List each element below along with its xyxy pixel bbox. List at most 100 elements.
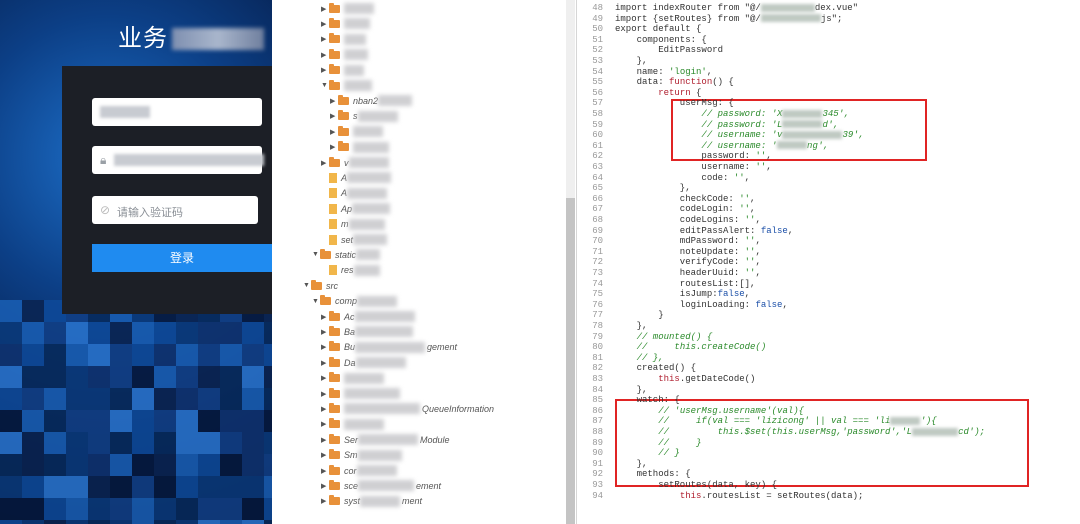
tree-item[interactable]: ▶: [321, 16, 372, 31]
blurred-name: [344, 18, 370, 30]
tree-item[interactable]: Ap: [321, 201, 392, 216]
caret-down-icon[interactable]: ▼: [303, 282, 311, 289]
tree-item-label: Bu: [344, 342, 356, 353]
tree-item[interactable]: ▼: [321, 78, 374, 93]
tree-item[interactable]: ▼ src: [303, 278, 338, 293]
folder-icon: [329, 372, 340, 383]
blurred-name: [357, 449, 402, 461]
caret-right-icon[interactable]: ▶: [321, 467, 329, 475]
caret-right-icon[interactable]: ▶: [321, 51, 329, 59]
tree-item[interactable]: ▶ nban2: [330, 93, 414, 108]
background-pixel: [44, 322, 66, 344]
tree-item[interactable]: ▶: [321, 1, 376, 16]
caret-right-icon[interactable]: ▶: [321, 374, 329, 382]
caret-right-icon[interactable]: ▶: [330, 128, 338, 136]
caret-right-icon[interactable]: ▶: [321, 497, 329, 505]
background-pixel: [132, 520, 154, 524]
login-title: 业务: [118, 18, 264, 53]
login-button-label: 登录: [169, 251, 194, 265]
blurred-name: [348, 218, 385, 230]
caret-down-icon[interactable]: ▼: [321, 82, 329, 89]
caret-down-icon[interactable]: ▼: [312, 298, 320, 305]
tree-item[interactable]: ▶: [321, 32, 368, 47]
caret-right-icon[interactable]: ▶: [321, 482, 329, 490]
caret-right-icon[interactable]: ▶: [321, 359, 329, 367]
tree-item[interactable]: ▶ syst ment: [321, 494, 422, 509]
tree-item[interactable]: ▶ sce ement: [321, 478, 441, 493]
caret-right-icon[interactable]: ▶: [321, 35, 329, 43]
tree-item[interactable]: ▶ QueueInformation: [321, 401, 494, 416]
tree-item[interactable]: A: [321, 186, 389, 201]
background-pixel: [242, 432, 264, 454]
tree-item[interactable]: ▼ comp: [312, 294, 399, 309]
caret-right-icon[interactable]: ▶: [321, 451, 329, 459]
background-pixel: [220, 388, 242, 410]
username-input[interactable]: [92, 98, 262, 126]
caret-right-icon[interactable]: ▶: [321, 5, 329, 13]
background-pixel: [132, 476, 154, 498]
caret-right-icon[interactable]: ▶: [321, 313, 329, 321]
caret-down-icon[interactable]: ▼: [312, 251, 320, 258]
background-pixel: [110, 344, 132, 366]
tree-item[interactable]: ▶: [321, 47, 370, 62]
tree-item[interactable]: ▶: [321, 371, 386, 386]
tree-item[interactable]: ▶: [321, 386, 402, 401]
background-pixel: [0, 410, 22, 432]
line-number: 58: [592, 109, 603, 119]
password-input[interactable]: 🔒︎: [92, 146, 264, 174]
tree-item[interactable]: ▶: [330, 140, 391, 155]
caret-right-icon[interactable]: ▶: [321, 405, 329, 413]
background-pixel: [198, 344, 220, 366]
code-text: // username: ' ng',: [701, 140, 829, 151]
tree-item[interactable]: res: [321, 263, 382, 278]
blurred-name: [356, 465, 397, 476]
blurred-name: [344, 403, 420, 415]
caret-right-icon[interactable]: ▶: [330, 97, 338, 105]
code-editor[interactable]: 48 import indexRouter from "@/dex.vue" 49 i…: [577, 0, 1080, 524]
caret-right-icon[interactable]: ▶: [321, 390, 329, 398]
background-pixel: [66, 454, 88, 476]
tree-item[interactable]: ▶: [321, 417, 386, 432]
line-number: 52: [592, 45, 603, 56]
line-number: 75: [592, 289, 603, 300]
tree-item[interactable]: set: [321, 232, 389, 247]
caret-right-icon[interactable]: ▶: [321, 436, 329, 444]
folder-icon: [329, 464, 340, 475]
tree-item[interactable]: ▶ s: [330, 109, 400, 124]
caret-right-icon[interactable]: ▶: [321, 343, 329, 351]
tree-item[interactable]: ▶ Da: [321, 355, 408, 370]
lock-icon: 🔒︎: [100, 153, 107, 167]
tree-item[interactable]: ▶: [330, 124, 385, 139]
captcha-input[interactable]: ⊘ 请输入验证码: [92, 196, 258, 224]
tree-item[interactable]: ▶ v: [321, 155, 391, 170]
background-pixel: [44, 454, 66, 476]
login-button[interactable]: 登录: [92, 244, 272, 272]
tree-item[interactable]: ▶ cor: [321, 463, 399, 478]
tree-item[interactable]: ▶ Sm: [321, 448, 404, 463]
blurred-secret: [912, 427, 959, 436]
tree-item[interactable]: ▶ Bu gement: [321, 340, 457, 355]
blurred-name: [355, 341, 426, 353]
background-pixel: [22, 388, 44, 410]
caret-right-icon[interactable]: ▶: [330, 143, 338, 151]
caret-right-icon[interactable]: ▶: [321, 66, 329, 74]
tree-item[interactable]: A: [321, 170, 393, 185]
tree-item[interactable]: ▶ Ser Module: [321, 432, 450, 447]
caret-right-icon[interactable]: ▶: [321, 420, 329, 428]
caret-right-icon[interactable]: ▶: [321, 20, 329, 28]
tree-item[interactable]: ▶ Ac: [321, 309, 417, 324]
folder-icon: [329, 479, 340, 490]
tree-item[interactable]: ▶ Ba: [321, 324, 415, 339]
caret-right-icon[interactable]: ▶: [330, 112, 338, 120]
tree-item[interactable]: ▼ static: [312, 247, 382, 262]
background-pixel: [110, 520, 132, 524]
line-number: 73: [592, 268, 603, 278]
caret-right-icon[interactable]: ▶: [321, 159, 329, 167]
background-pixel: [220, 344, 242, 366]
line-number: 62: [592, 151, 603, 162]
scrollbar-thumb[interactable]: [566, 198, 575, 524]
code-text: // 'userMsg.username'(val){: [658, 405, 805, 416]
tree-item[interactable]: ▶: [321, 63, 366, 78]
tree-item[interactable]: m: [321, 217, 387, 232]
caret-right-icon[interactable]: ▶: [321, 328, 329, 336]
